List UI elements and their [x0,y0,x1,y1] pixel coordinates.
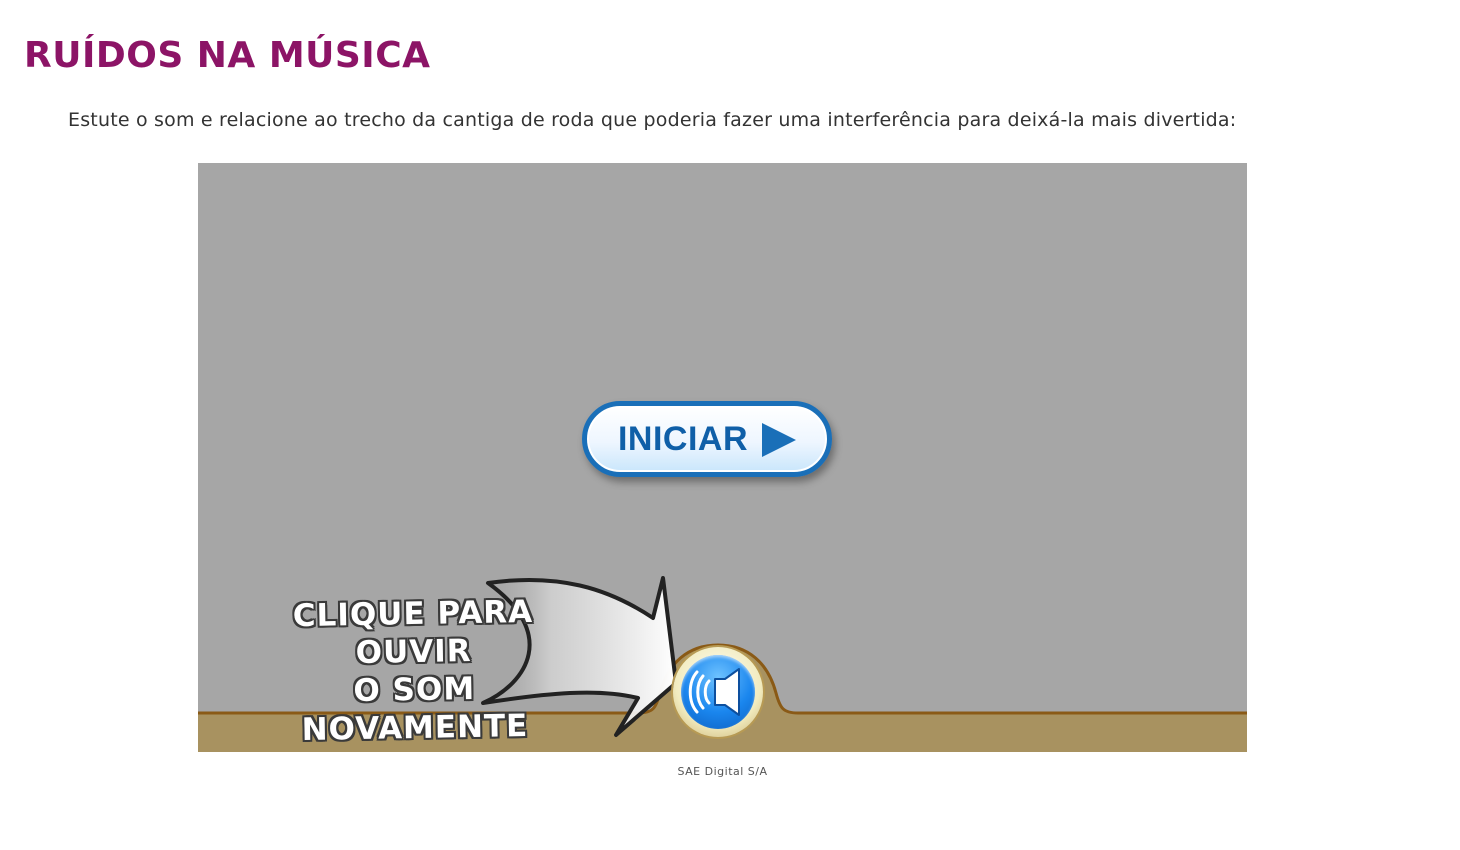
start-button-label: INICIAR [617,419,749,458]
sound-button-face [681,655,755,729]
start-button[interactable]: INICIAR [582,401,832,477]
speaker-icon [688,668,740,716]
instructions-text: Estute o som e relacione ao trecho da ca… [68,109,1237,131]
replay-sound-button[interactable] [673,647,763,737]
play-triangle-icon [762,422,797,457]
page-title: RUÍDOS NA MÚSICA [24,35,431,76]
image-credit: SAE Digital S/A [677,765,768,778]
replay-hint-line-2: O SOM NOVAMENTE [301,670,529,748]
activity-frame: INICIAR CLIQUE PARA OUVIR O SOM NOVAMENT… [198,163,1247,752]
replay-hint-line-1: CLIQUE PARA OUVIR [292,593,534,672]
replay-hint: CLIQUE PARA OUVIR O SOM NOVAMENTE [233,592,596,750]
